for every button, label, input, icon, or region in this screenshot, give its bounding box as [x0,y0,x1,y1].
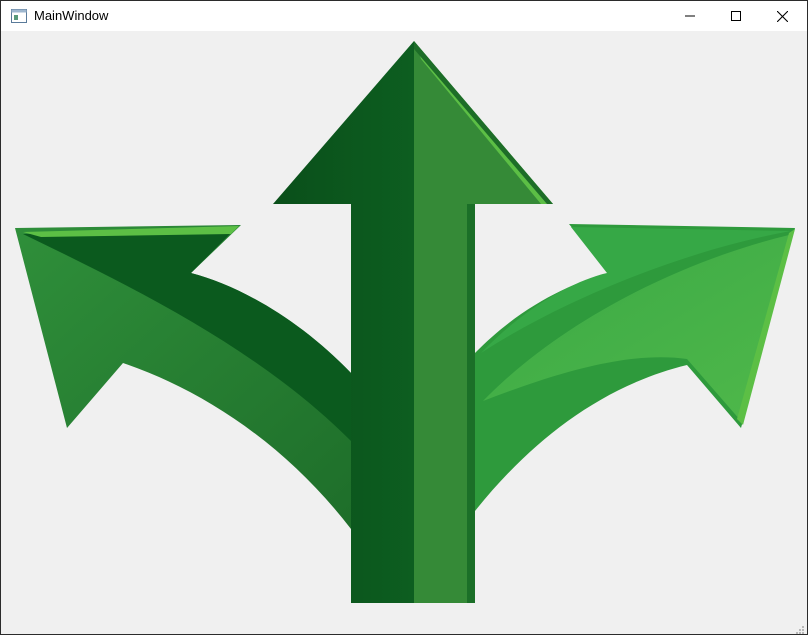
window-app-icon[interactable] [11,9,27,23]
close-button[interactable] [759,1,805,31]
main-window: MainWindow [0,0,808,635]
maximize-icon [731,11,741,21]
close-icon [776,10,788,22]
title-bar[interactable]: MainWindow [1,1,807,31]
size-grip-icon[interactable] [795,622,805,634]
right-arrow [475,224,795,511]
window-client-area [1,31,807,634]
minimize-button[interactable] [667,1,713,31]
maximize-button[interactable] [713,1,759,31]
left-arrow [15,225,351,529]
minimize-icon [685,11,695,21]
window-title: MainWindow [34,8,109,23]
three-way-arrows-image [15,41,795,603]
